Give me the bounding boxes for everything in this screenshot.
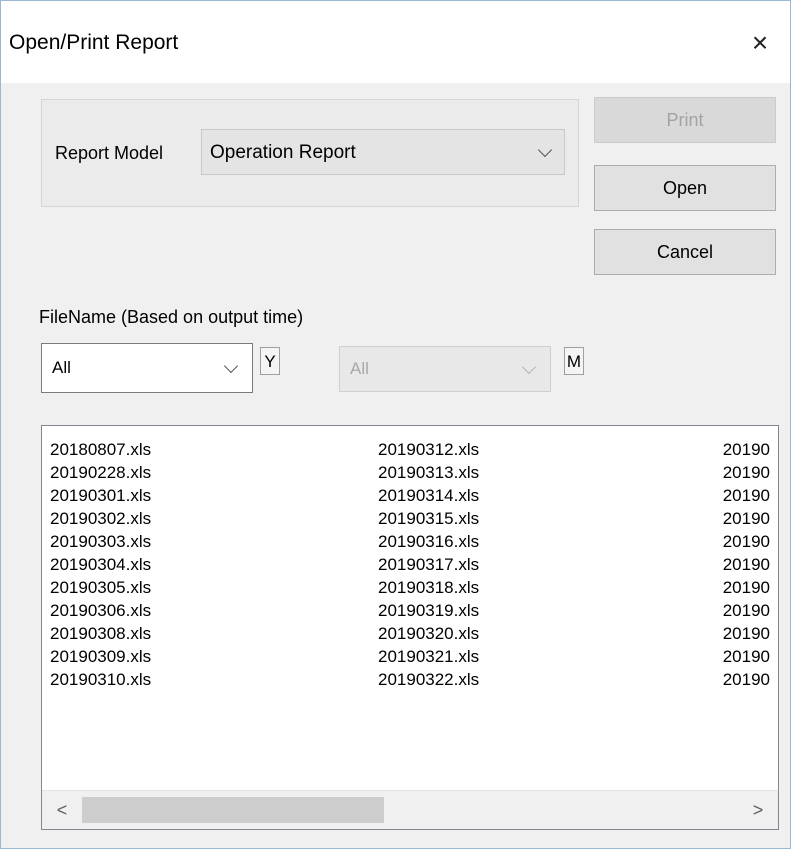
list-item[interactable]: 20190308.xls (50, 622, 151, 645)
month-select-value: All (350, 359, 369, 378)
list-item[interactable]: 20190 (723, 507, 770, 530)
list-item[interactable]: 20190318.xls (378, 576, 479, 599)
scroll-right-button[interactable]: > (738, 791, 778, 829)
year-select[interactable]: All (41, 343, 253, 393)
chevron-down-icon (223, 358, 239, 374)
file-column-3: 20190 20190 20190 20190 20190 20190 2019… (723, 438, 770, 691)
list-item[interactable]: 20190 (723, 553, 770, 576)
year-select-value: All (52, 358, 71, 377)
list-item[interactable]: 20190 (723, 438, 770, 461)
list-item[interactable]: 20190320.xls (378, 622, 479, 645)
list-item[interactable]: 20190 (723, 484, 770, 507)
print-button[interactable]: Print (594, 97, 776, 143)
file-column-1: 20180807.xls 20190228.xls 20190301.xls 2… (50, 438, 151, 691)
list-item[interactable]: 20190304.xls (50, 553, 151, 576)
list-item[interactable]: 20190319.xls (378, 599, 479, 622)
scroll-left-button[interactable]: < (42, 791, 82, 829)
list-item[interactable]: 20190310.xls (50, 668, 151, 691)
list-item[interactable]: 20190316.xls (378, 530, 479, 553)
list-item[interactable]: 20190312.xls (378, 438, 479, 461)
cancel-button[interactable]: Cancel (594, 229, 776, 275)
list-item[interactable]: 20190 (723, 461, 770, 484)
year-unit-label: Y (260, 347, 280, 375)
file-column-2: 20190312.xls 20190313.xls 20190314.xls 2… (378, 438, 479, 691)
close-button[interactable]: × (744, 25, 776, 61)
list-item[interactable]: 20190228.xls (50, 461, 151, 484)
list-item[interactable]: 20190313.xls (378, 461, 479, 484)
chevron-right-icon: > (752, 800, 764, 820)
report-model-value: Operation Report (210, 142, 356, 163)
list-item[interactable]: 20190317.xls (378, 553, 479, 576)
list-item[interactable]: 20190315.xls (378, 507, 479, 530)
report-model-label: Report Model (55, 143, 164, 163)
month-unit-label: M (564, 347, 584, 375)
chevron-left-icon: < (56, 800, 68, 820)
list-item[interactable]: 20190 (723, 668, 770, 691)
list-item[interactable]: 20190 (723, 599, 770, 622)
list-item[interactable]: 20180807.xls (50, 438, 151, 461)
list-item[interactable]: 20190 (723, 622, 770, 645)
report-model-select[interactable]: Operation Report (201, 129, 565, 175)
chevron-down-icon (521, 359, 537, 375)
list-item[interactable]: 20190 (723, 645, 770, 668)
list-item[interactable]: 20190302.xls (50, 507, 151, 530)
file-list[interactable]: 20180807.xls 20190228.xls 20190301.xls 2… (41, 425, 779, 830)
title-bar: Open/Print Report × (1, 1, 790, 83)
list-item[interactable]: 20190321.xls (378, 645, 479, 668)
list-item[interactable]: 20190 (723, 530, 770, 553)
list-item[interactable]: 20190303.xls (50, 530, 151, 553)
open-print-report-dialog: Open/Print Report × Report Model Operati… (0, 0, 791, 849)
list-item[interactable]: 20190 (723, 576, 770, 599)
list-item[interactable]: 20190305.xls (50, 576, 151, 599)
filename-filter-label: FileName (Based on output time) (39, 307, 304, 327)
chevron-down-icon (537, 142, 553, 158)
list-item[interactable]: 20190309.xls (50, 645, 151, 668)
horizontal-scrollbar[interactable]: < > (42, 790, 778, 829)
list-item[interactable]: 20190322.xls (378, 668, 479, 691)
list-item[interactable]: 20190314.xls (378, 484, 479, 507)
open-button[interactable]: Open (594, 165, 776, 211)
month-select[interactable]: All (339, 346, 551, 392)
dialog-title: Open/Print Report (9, 31, 179, 54)
list-item[interactable]: 20190301.xls (50, 484, 151, 507)
list-item[interactable]: 20190306.xls (50, 599, 151, 622)
scroll-thumb[interactable] (82, 797, 384, 823)
close-icon: × (751, 27, 769, 58)
